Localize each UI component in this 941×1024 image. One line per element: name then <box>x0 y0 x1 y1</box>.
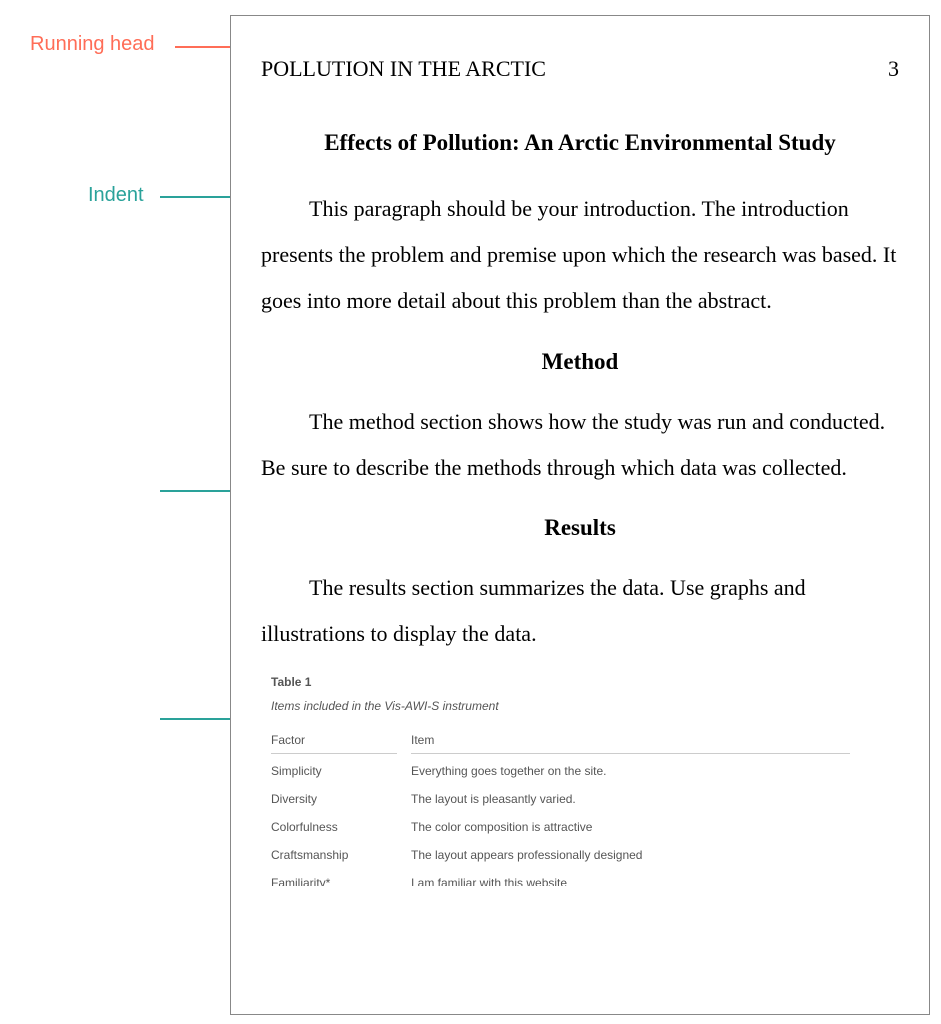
document-page: POLLUTION IN THE ARCTIC 3 Effects of Pol… <box>230 15 930 1015</box>
table-header-rule <box>411 753 850 754</box>
table-block: Table 1 Items included in the Vis-AWI-S … <box>261 675 899 886</box>
page-number: 3 <box>888 56 899 82</box>
method-paragraph: The method section shows how the study w… <box>261 399 899 491</box>
section-heading-method: Method <box>261 349 899 375</box>
paper-title: Effects of Pollution: An Arctic Environm… <box>261 130 899 156</box>
table-row: Diversity The layout is pleasantly varie… <box>271 792 899 820</box>
table-title: Items included in the Vis-AWI-S instrume… <box>271 699 899 713</box>
table-cell-factor: Diversity <box>271 792 411 806</box>
table-col-factor-header: Factor <box>271 733 411 747</box>
table-row: Simplicity Everything goes together on t… <box>271 764 899 792</box>
running-head-text: POLLUTION IN THE ARCTIC <box>261 56 546 82</box>
table-label: Table 1 <box>271 675 899 689</box>
table-cell-item: The layout appears professionally design… <box>411 848 899 862</box>
annotation-indent: Indent <box>88 184 144 207</box>
table-col-item-header: Item <box>411 733 899 747</box>
table-header-row: Factor Item <box>271 733 899 764</box>
section-heading-results: Results <box>261 515 899 541</box>
table-cell-factor: Craftsmanship <box>271 848 411 862</box>
table-cell-factor: Colorfulness <box>271 820 411 834</box>
table-row: Craftsmanship The layout appears profess… <box>271 848 899 876</box>
table-cell-item: The layout is pleasantly varied. <box>411 792 899 806</box>
page-header-row: POLLUTION IN THE ARCTIC 3 <box>261 56 899 82</box>
table-row: Familiarity* I am familiar with this web… <box>271 876 899 886</box>
table-cell-item: The color composition is attractive <box>411 820 899 834</box>
table-row: Colorfulness The color composition is at… <box>271 820 899 848</box>
intro-paragraph: This paragraph should be your introducti… <box>261 186 899 325</box>
table-cell-factor: Simplicity <box>271 764 411 778</box>
annotation-running-head: Running head <box>30 33 155 56</box>
table-header-rule <box>271 753 397 754</box>
table-cell-item: Everything goes together on the site. <box>411 764 899 778</box>
results-paragraph: The results section summarizes the data.… <box>261 565 899 657</box>
